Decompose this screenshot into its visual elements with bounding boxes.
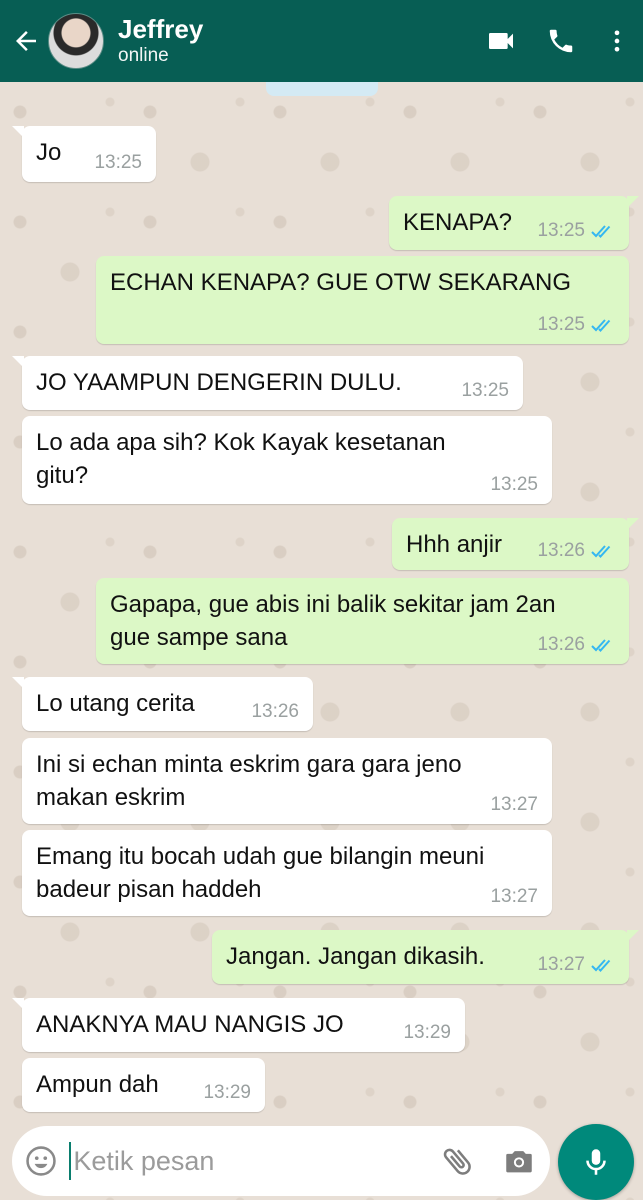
- contact-status: online: [118, 45, 169, 66]
- message-time: 13:26: [251, 701, 299, 722]
- read-receipt-icon: [591, 319, 611, 332]
- attach-button[interactable]: [427, 1143, 488, 1179]
- message-meta: 13:29: [203, 1082, 251, 1104]
- message-meta: 13:27: [490, 794, 538, 816]
- message-composer: [12, 1126, 550, 1196]
- contact-info[interactable]: Jeffrey online: [118, 14, 471, 68]
- message-meta: 13:25: [94, 152, 142, 174]
- avatar[interactable]: [48, 13, 104, 69]
- more-vert-icon: [614, 30, 620, 52]
- message-bubble-incoming[interactable]: Lo ada apa sih? Kok Kayak kesetanan gitu…: [22, 416, 552, 504]
- message-meta: 13:25: [490, 474, 538, 496]
- message-meta: 13:25: [537, 220, 615, 242]
- message-bubble-incoming[interactable]: JO YAAMPUN DENGERIN DULU. 13:25: [12, 356, 523, 410]
- message-bubble-incoming[interactable]: Ini si echan minta eskrim gara gara jeno…: [22, 738, 552, 824]
- message-meta: 13:26: [537, 540, 615, 562]
- message-meta: 13:25: [537, 314, 615, 336]
- voice-call-button[interactable]: [531, 0, 591, 82]
- date-chip: [266, 82, 378, 96]
- message-bubble-incoming[interactable]: Jo 13:25: [12, 126, 156, 182]
- message-bubble-incoming[interactable]: Ampun dah 13:29: [22, 1058, 265, 1112]
- message-bubble-outgoing[interactable]: KENAPA? 13:25: [389, 196, 639, 250]
- message-time: 13:25: [461, 380, 509, 401]
- mic-icon: [586, 1149, 606, 1175]
- message-time: 13:26: [537, 540, 585, 561]
- emoji-button[interactable]: [12, 1144, 69, 1178]
- message-meta: 13:27: [537, 954, 615, 976]
- message-time: 13:25: [537, 314, 585, 335]
- more-options-button[interactable]: [591, 0, 643, 82]
- message-meta: 13:27: [490, 886, 538, 908]
- contact-name: Jeffrey: [118, 14, 204, 44]
- read-receipt-icon: [591, 639, 611, 652]
- message-bubble-outgoing[interactable]: Jangan. Jangan dikasih. 13:27: [212, 930, 639, 984]
- message-input[interactable]: [71, 1145, 428, 1177]
- emoji-icon: [25, 1146, 56, 1176]
- message-meta: 13:29: [403, 1022, 451, 1044]
- back-button[interactable]: [6, 0, 46, 82]
- message-time: 13:29: [403, 1022, 451, 1043]
- message-meta: 13:25: [461, 380, 509, 402]
- message-bubble-incoming[interactable]: Emang itu bocah udah gue bilangin meuni …: [22, 830, 552, 916]
- message-time: 13:25: [490, 474, 538, 495]
- message-bubble-incoming[interactable]: Lo utang cerita 13:26: [12, 677, 313, 731]
- read-receipt-icon: [591, 225, 611, 238]
- message-text: ANAKNYA MAU NANGIS JO: [36, 1011, 344, 1038]
- message-text: Lo ada apa sih? Kok Kayak kesetanan gitu…: [36, 429, 446, 489]
- message-time: 13:27: [490, 794, 538, 815]
- message-meta: 13:26: [537, 634, 615, 656]
- message-text: Emang itu bocah udah gue bilangin meuni …: [36, 843, 485, 903]
- read-receipt-icon: [591, 959, 611, 972]
- video-call-button[interactable]: [471, 0, 531, 82]
- message-time: 13:27: [490, 886, 538, 907]
- attach-icon: [443, 1148, 471, 1175]
- message-text: JO YAAMPUN DENGERIN DULU.: [36, 369, 402, 396]
- message-bubble-outgoing[interactable]: ECHAN KENAPA? GUE OTW SEKARANG 13:25: [96, 256, 629, 344]
- message-text: ECHAN KENAPA? GUE OTW SEKARANG: [110, 269, 571, 296]
- video-call-icon: [489, 33, 513, 49]
- camera-button[interactable]: [489, 1144, 550, 1178]
- read-receipt-icon: [591, 545, 611, 558]
- message-time: 13:26: [537, 634, 585, 655]
- chat-header: Jeffrey online: [0, 0, 643, 82]
- message-bubble-outgoing[interactable]: Gapapa, gue abis ini balik sekitar jam 2…: [96, 578, 629, 664]
- message-bubble-incoming[interactable]: ANAKNYA MAU NANGIS JO 13:29: [12, 998, 465, 1052]
- phone-icon: [549, 29, 573, 53]
- message-time: 13:29: [203, 1082, 251, 1103]
- back-arrow-icon: [16, 31, 36, 51]
- message-time: 13:25: [94, 152, 142, 173]
- message-text: Ini si echan minta eskrim gara gara jeno…: [36, 751, 462, 811]
- message-bubble-outgoing[interactable]: Hhh anjir 13:26: [392, 518, 639, 570]
- camera-icon: [506, 1151, 533, 1173]
- message-time: 13:25: [537, 220, 585, 241]
- message-time: 13:27: [537, 954, 585, 975]
- voice-record-button[interactable]: [558, 1124, 634, 1200]
- message-meta: 13:26: [251, 701, 299, 723]
